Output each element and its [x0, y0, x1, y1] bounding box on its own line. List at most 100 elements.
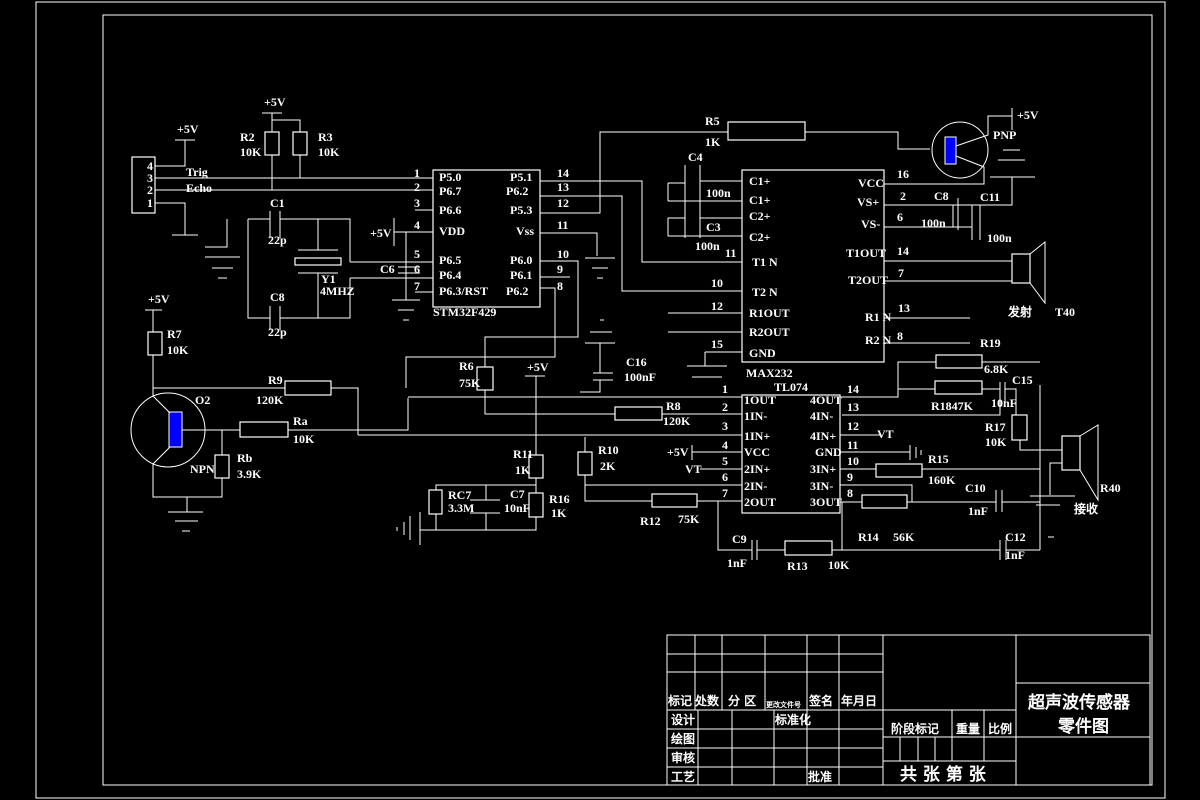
pin-label: P6.7 [439, 184, 461, 198]
pnp-transistor [931, 121, 989, 179]
wire [668, 180, 742, 378]
pin-number: 2 [722, 400, 728, 414]
resistor-R10 [577, 451, 593, 476]
pin-number: 10 [847, 454, 859, 468]
pin-label: VCC [858, 176, 884, 190]
pin-number: 16 [897, 167, 909, 181]
signal-label-trig: Trig [186, 165, 208, 179]
pin-label: C1+ [749, 174, 771, 188]
pin-number: 12 [711, 299, 723, 313]
pin-number: 14 [847, 382, 859, 396]
pin-label: T1OUT [846, 246, 886, 260]
part-ref: C6 [380, 262, 395, 276]
resistor-R2 [264, 131, 280, 156]
part-ref: R10 [598, 443, 619, 457]
chip-name: STM32F429 [433, 305, 496, 319]
tb-drawing: 绘图 [671, 731, 695, 746]
part-value: 10K [985, 435, 1007, 449]
part-ref: C1 [270, 196, 285, 210]
part-value: 56K [893, 530, 915, 544]
part-ref: R3 [318, 130, 333, 144]
drawing-subtitle: 零件图 [1057, 716, 1109, 737]
pin-label: 3IN+ [810, 462, 836, 476]
pin-number: 10 [711, 276, 723, 290]
wire [884, 149, 1035, 228]
resistor-R17 [1011, 414, 1028, 441]
pin-number: 3 [414, 196, 420, 210]
transistor-type: PNP [993, 128, 1016, 142]
pin-number: 7 [722, 486, 728, 500]
part-ref: R5 [705, 114, 720, 128]
part-ref: R1847K [931, 399, 974, 413]
part-ref: R16 [549, 492, 570, 506]
power-label: +5V [370, 226, 392, 240]
tb-signature: 签名 [808, 693, 833, 708]
pin-label: P6.0 [510, 253, 532, 267]
pin-label: C1+ [749, 193, 771, 207]
resistor-R18 [934, 380, 983, 395]
part-value: 2K [600, 459, 616, 473]
part-ref: R13 [787, 559, 808, 573]
part-value: 1nF [1005, 548, 1025, 562]
part-value: 1K [705, 135, 721, 149]
pin-number: 6 [897, 210, 903, 224]
part-ref: C9 [732, 532, 747, 546]
pin-label: P6.4 [439, 268, 461, 282]
receiver-ref: R40 [1100, 481, 1121, 495]
transmitter-T40-body [1011, 253, 1031, 284]
pin-label: P6.3/RST [439, 284, 488, 298]
part-ref: R11 [513, 447, 533, 461]
resistor-R15 [875, 463, 923, 478]
part-ref: Ra [293, 414, 308, 428]
part-ref: R17 [985, 420, 1006, 434]
pin-label: R2OUT [749, 325, 790, 339]
pin-label: VS- [861, 217, 880, 231]
part-ref: C8 [934, 189, 949, 203]
part-ref: C7 [510, 487, 525, 501]
part-value: 75K [459, 376, 481, 390]
pin-label: 1IN+ [744, 429, 770, 443]
part-value: 3.9K [237, 467, 262, 481]
pin-label: 2IN- [744, 479, 767, 493]
pin-label: 2OUT [744, 495, 776, 509]
pin-label: P6.2 [506, 284, 528, 298]
pin-label: P5.3 [510, 203, 532, 217]
part-ref: R8 [666, 399, 681, 413]
transmitter-ref: T40 [1055, 305, 1075, 319]
resistor-R9 [284, 380, 332, 396]
receiver-R40-cone [1079, 424, 1099, 502]
part-value: 4MHZ [320, 284, 355, 298]
tb-change-doc: 更改文件号 [766, 700, 801, 709]
tb-review: 审核 [671, 750, 695, 765]
pin-label: VDD [439, 224, 465, 238]
pnp-base [944, 136, 957, 165]
wire [205, 219, 240, 279]
part-ref: C12 [1005, 530, 1026, 544]
resistor-R13 [784, 540, 833, 556]
tb-approve: 批准 [808, 769, 832, 784]
vt-label: VT [685, 462, 702, 476]
tb-process: 工艺 [671, 769, 695, 784]
pin-label: T1 N [752, 255, 778, 269]
pin-number: 9 [847, 470, 853, 484]
pin-number: 5 [722, 454, 728, 468]
tb-date: 年月日 [841, 693, 877, 708]
wire [155, 139, 195, 167]
pin-number: 13 [847, 400, 859, 414]
part-ref: R15 [928, 452, 949, 466]
resistor-R12 [651, 493, 698, 508]
pin-label: 4IN+ [810, 429, 836, 443]
transmit-label: 发射 [1007, 304, 1032, 319]
part-ref: C8 [270, 290, 285, 304]
pin-label: R1OUT [749, 306, 790, 320]
pin-number: 1 [722, 382, 728, 396]
chip-name: TL074 [774, 380, 808, 394]
pin-number: 9 [557, 262, 563, 276]
pin-label: 3OUT [810, 495, 842, 509]
part-ref: Rb [237, 451, 253, 465]
part-value: 100n [987, 231, 1012, 245]
part-value: 100n [695, 239, 720, 253]
wire [405, 260, 579, 388]
pin-label: 3IN- [810, 479, 833, 493]
part-ref: C16 [626, 355, 647, 369]
